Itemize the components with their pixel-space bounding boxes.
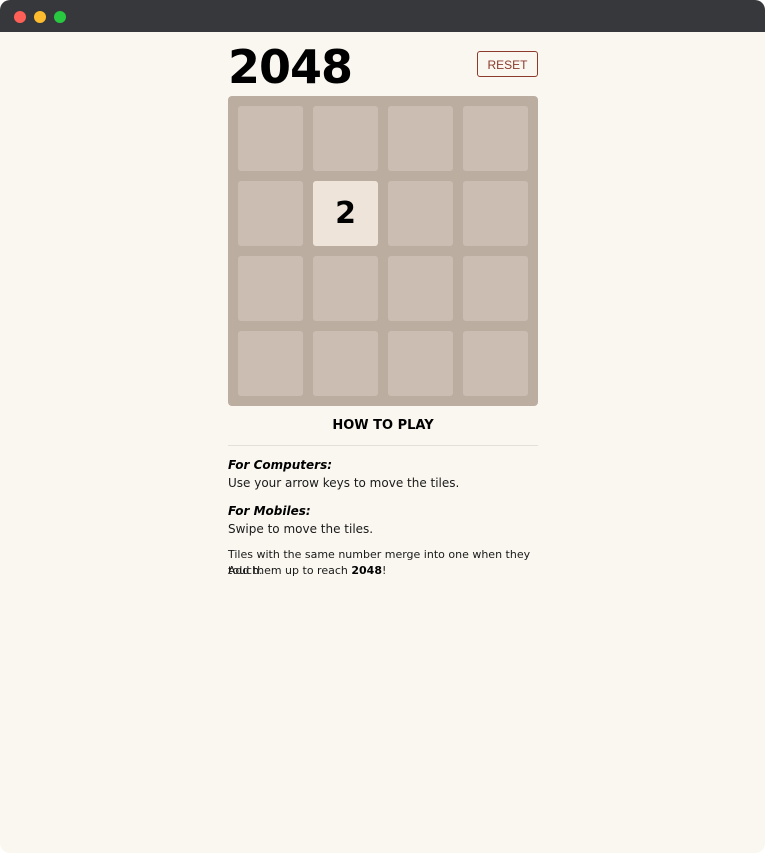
close-window-icon[interactable] xyxy=(14,11,26,23)
empty-cell xyxy=(238,331,303,396)
empty-cell xyxy=(388,181,453,246)
empty-cell xyxy=(238,256,303,321)
reset-button[interactable]: RESET xyxy=(477,51,538,77)
how-to-play-heading: HOW TO PLAY xyxy=(332,418,434,433)
empty-cell xyxy=(313,256,378,321)
computers-heading: For Computers: xyxy=(228,458,333,472)
empty-cell xyxy=(313,331,378,396)
empty-cell xyxy=(238,106,303,171)
empty-cell xyxy=(238,181,303,246)
game-board[interactable]: 2 xyxy=(228,96,538,406)
goal-text: Add them up to reach 2048! xyxy=(228,563,386,579)
empty-cell xyxy=(463,181,528,246)
goal-suffix: ! xyxy=(381,564,387,577)
empty-cell xyxy=(463,106,528,171)
computers-instructions: Use your arrow keys to move the tiles. xyxy=(228,476,460,490)
empty-cell xyxy=(388,256,453,321)
browser-window: 2048 RESET 2 HOW TO PLAY For Computers: … xyxy=(0,0,765,853)
empty-cell xyxy=(388,331,453,396)
goal-prefix: Add them up to reach xyxy=(228,564,352,577)
empty-cell xyxy=(463,331,528,396)
mobiles-instructions: Swipe to move the tiles. xyxy=(228,522,374,536)
minimize-window-icon[interactable] xyxy=(34,11,46,23)
empty-cell xyxy=(388,106,453,171)
empty-cell xyxy=(463,256,528,321)
mobiles-heading: For Mobiles: xyxy=(228,504,311,518)
goal-target: 2048 xyxy=(351,564,382,577)
window-titlebar xyxy=(0,0,765,32)
maximize-window-icon[interactable] xyxy=(54,11,66,23)
game-title: 2048 xyxy=(228,40,353,94)
empty-cell xyxy=(313,106,378,171)
divider xyxy=(228,445,538,446)
tile-2: 2 xyxy=(313,181,378,246)
